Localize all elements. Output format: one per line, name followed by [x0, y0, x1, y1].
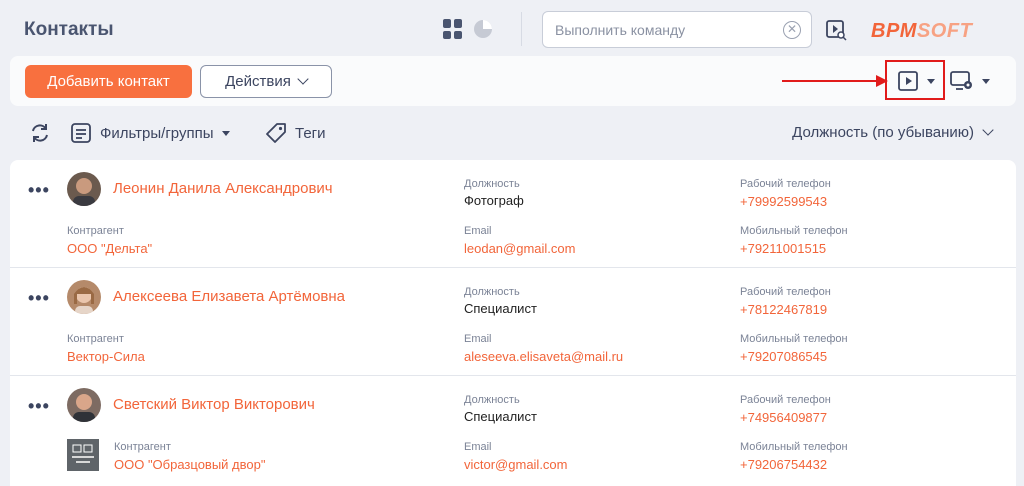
filter-bar: Фильтры/группы Теги Должность (по убыван…	[0, 112, 1024, 156]
filter-list-icon	[71, 123, 91, 143]
list-item: ••• Алексеева Елизавета Артёмовна Должно…	[10, 268, 1016, 376]
mobile-link[interactable]: +79206754432	[740, 457, 827, 472]
list-view-icon[interactable]	[443, 19, 463, 39]
avatar	[67, 172, 101, 206]
refresh-icon[interactable]	[29, 122, 51, 149]
contact-name-link[interactable]: Леонин Данила Александрович	[113, 180, 333, 197]
add-contact-button[interactable]: Добавить контакт	[25, 65, 192, 98]
page-title: Контакты	[24, 19, 114, 40]
view-switcher	[443, 19, 493, 39]
work-phone-link[interactable]: +79992599543	[740, 194, 827, 209]
account-label: Контрагент	[114, 441, 171, 453]
list-item: ••• Леонин Данила Александрович Должност…	[10, 160, 1016, 268]
avatar	[67, 280, 101, 314]
command-input[interactable]	[555, 21, 775, 38]
filters-label: Фильтры/группы	[100, 124, 214, 142]
account-label: Контрагент	[67, 333, 124, 345]
account-label: Контрагент	[67, 225, 124, 237]
monitor-gear-icon	[950, 71, 972, 90]
email-link[interactable]: leodan@gmail.com	[464, 241, 575, 256]
account-link[interactable]: Вектор-Сила	[67, 349, 145, 364]
mobile-link[interactable]: +79207086545	[740, 349, 827, 364]
more-actions-icon[interactable]: •••	[28, 180, 50, 201]
play-icon	[898, 71, 918, 91]
work-phone-label: Рабочий телефон	[740, 286, 831, 298]
logo-part-a: BPM	[871, 20, 917, 42]
position-value: Специалист	[464, 301, 537, 316]
tags-label: Теги	[295, 124, 326, 142]
work-phone-label: Рабочий телефон	[740, 394, 831, 406]
position-value: Специалист	[464, 409, 537, 424]
position-value: Фотограф	[464, 193, 524, 208]
tags-button[interactable]: Теги	[265, 122, 326, 144]
contact-name-link[interactable]: Светский Виктор Викторович	[113, 396, 315, 413]
account-link[interactable]: ООО "Дельта"	[67, 241, 152, 256]
actions-button[interactable]: Действия	[200, 65, 332, 98]
action-bar: Добавить контакт Действия	[10, 56, 1016, 106]
list-item: ••• Светский Виктор Викторович Должность…	[10, 376, 1016, 484]
caret-down-icon	[927, 78, 935, 84]
work-phone-label: Рабочий телефон	[740, 178, 831, 190]
account-link[interactable]: ООО "Образцовый двор"	[114, 457, 265, 472]
contact-name-link[interactable]: Алексеева Елизавета Артёмовна	[113, 288, 345, 305]
mobile-link[interactable]: +79211001515	[740, 241, 826, 256]
work-phone-link[interactable]: +78122467819	[740, 302, 827, 317]
top-bar: Контакты ✕ BPMSOFT	[0, 0, 1024, 56]
email-label: Email	[464, 225, 492, 237]
divider	[521, 12, 522, 46]
analytics-view-icon[interactable]	[473, 19, 493, 39]
mobile-label: Мобильный телефон	[740, 333, 848, 345]
annotation-arrow	[782, 80, 882, 82]
email-link[interactable]: aleseeva.elisaveta@mail.ru	[464, 349, 623, 364]
contacts-list: ••• Леонин Данила Александрович Должност…	[10, 160, 1016, 486]
caret-down-icon	[982, 78, 990, 84]
sort-selector[interactable]: Должность (по убыванию)	[792, 124, 994, 141]
position-label: Должность	[464, 394, 520, 406]
logo-part-b: SOFT	[916, 20, 973, 42]
sort-label: Должность (по убыванию)	[792, 124, 974, 141]
chevron-down-icon	[982, 124, 994, 136]
email-label: Email	[464, 441, 492, 453]
account-logo	[67, 439, 99, 471]
brand-logo: BPMSOFT	[871, 20, 972, 43]
email-link[interactable]: victor@gmail.com	[464, 457, 568, 472]
caret-down-icon	[221, 130, 230, 136]
clear-icon[interactable]: ✕	[783, 21, 801, 39]
position-label: Должность	[464, 178, 520, 190]
run-process-button[interactable]	[897, 70, 935, 92]
command-line: ✕	[542, 11, 812, 48]
mobile-label: Мобильный телефон	[740, 441, 848, 453]
chevron-down-icon	[297, 73, 309, 85]
position-label: Должность	[464, 286, 520, 298]
more-actions-icon[interactable]: •••	[28, 396, 50, 417]
view-settings-button[interactable]	[950, 70, 990, 92]
filters-groups-button[interactable]: Фильтры/группы	[70, 122, 230, 144]
avatar	[67, 388, 101, 422]
mobile-label: Мобильный телефон	[740, 225, 848, 237]
tag-icon	[266, 123, 286, 143]
work-phone-link[interactable]: +74956409877	[740, 410, 827, 425]
more-actions-icon[interactable]: •••	[28, 288, 50, 309]
actions-label: Действия	[225, 73, 291, 90]
email-label: Email	[464, 333, 492, 345]
process-search-icon[interactable]	[825, 19, 847, 46]
